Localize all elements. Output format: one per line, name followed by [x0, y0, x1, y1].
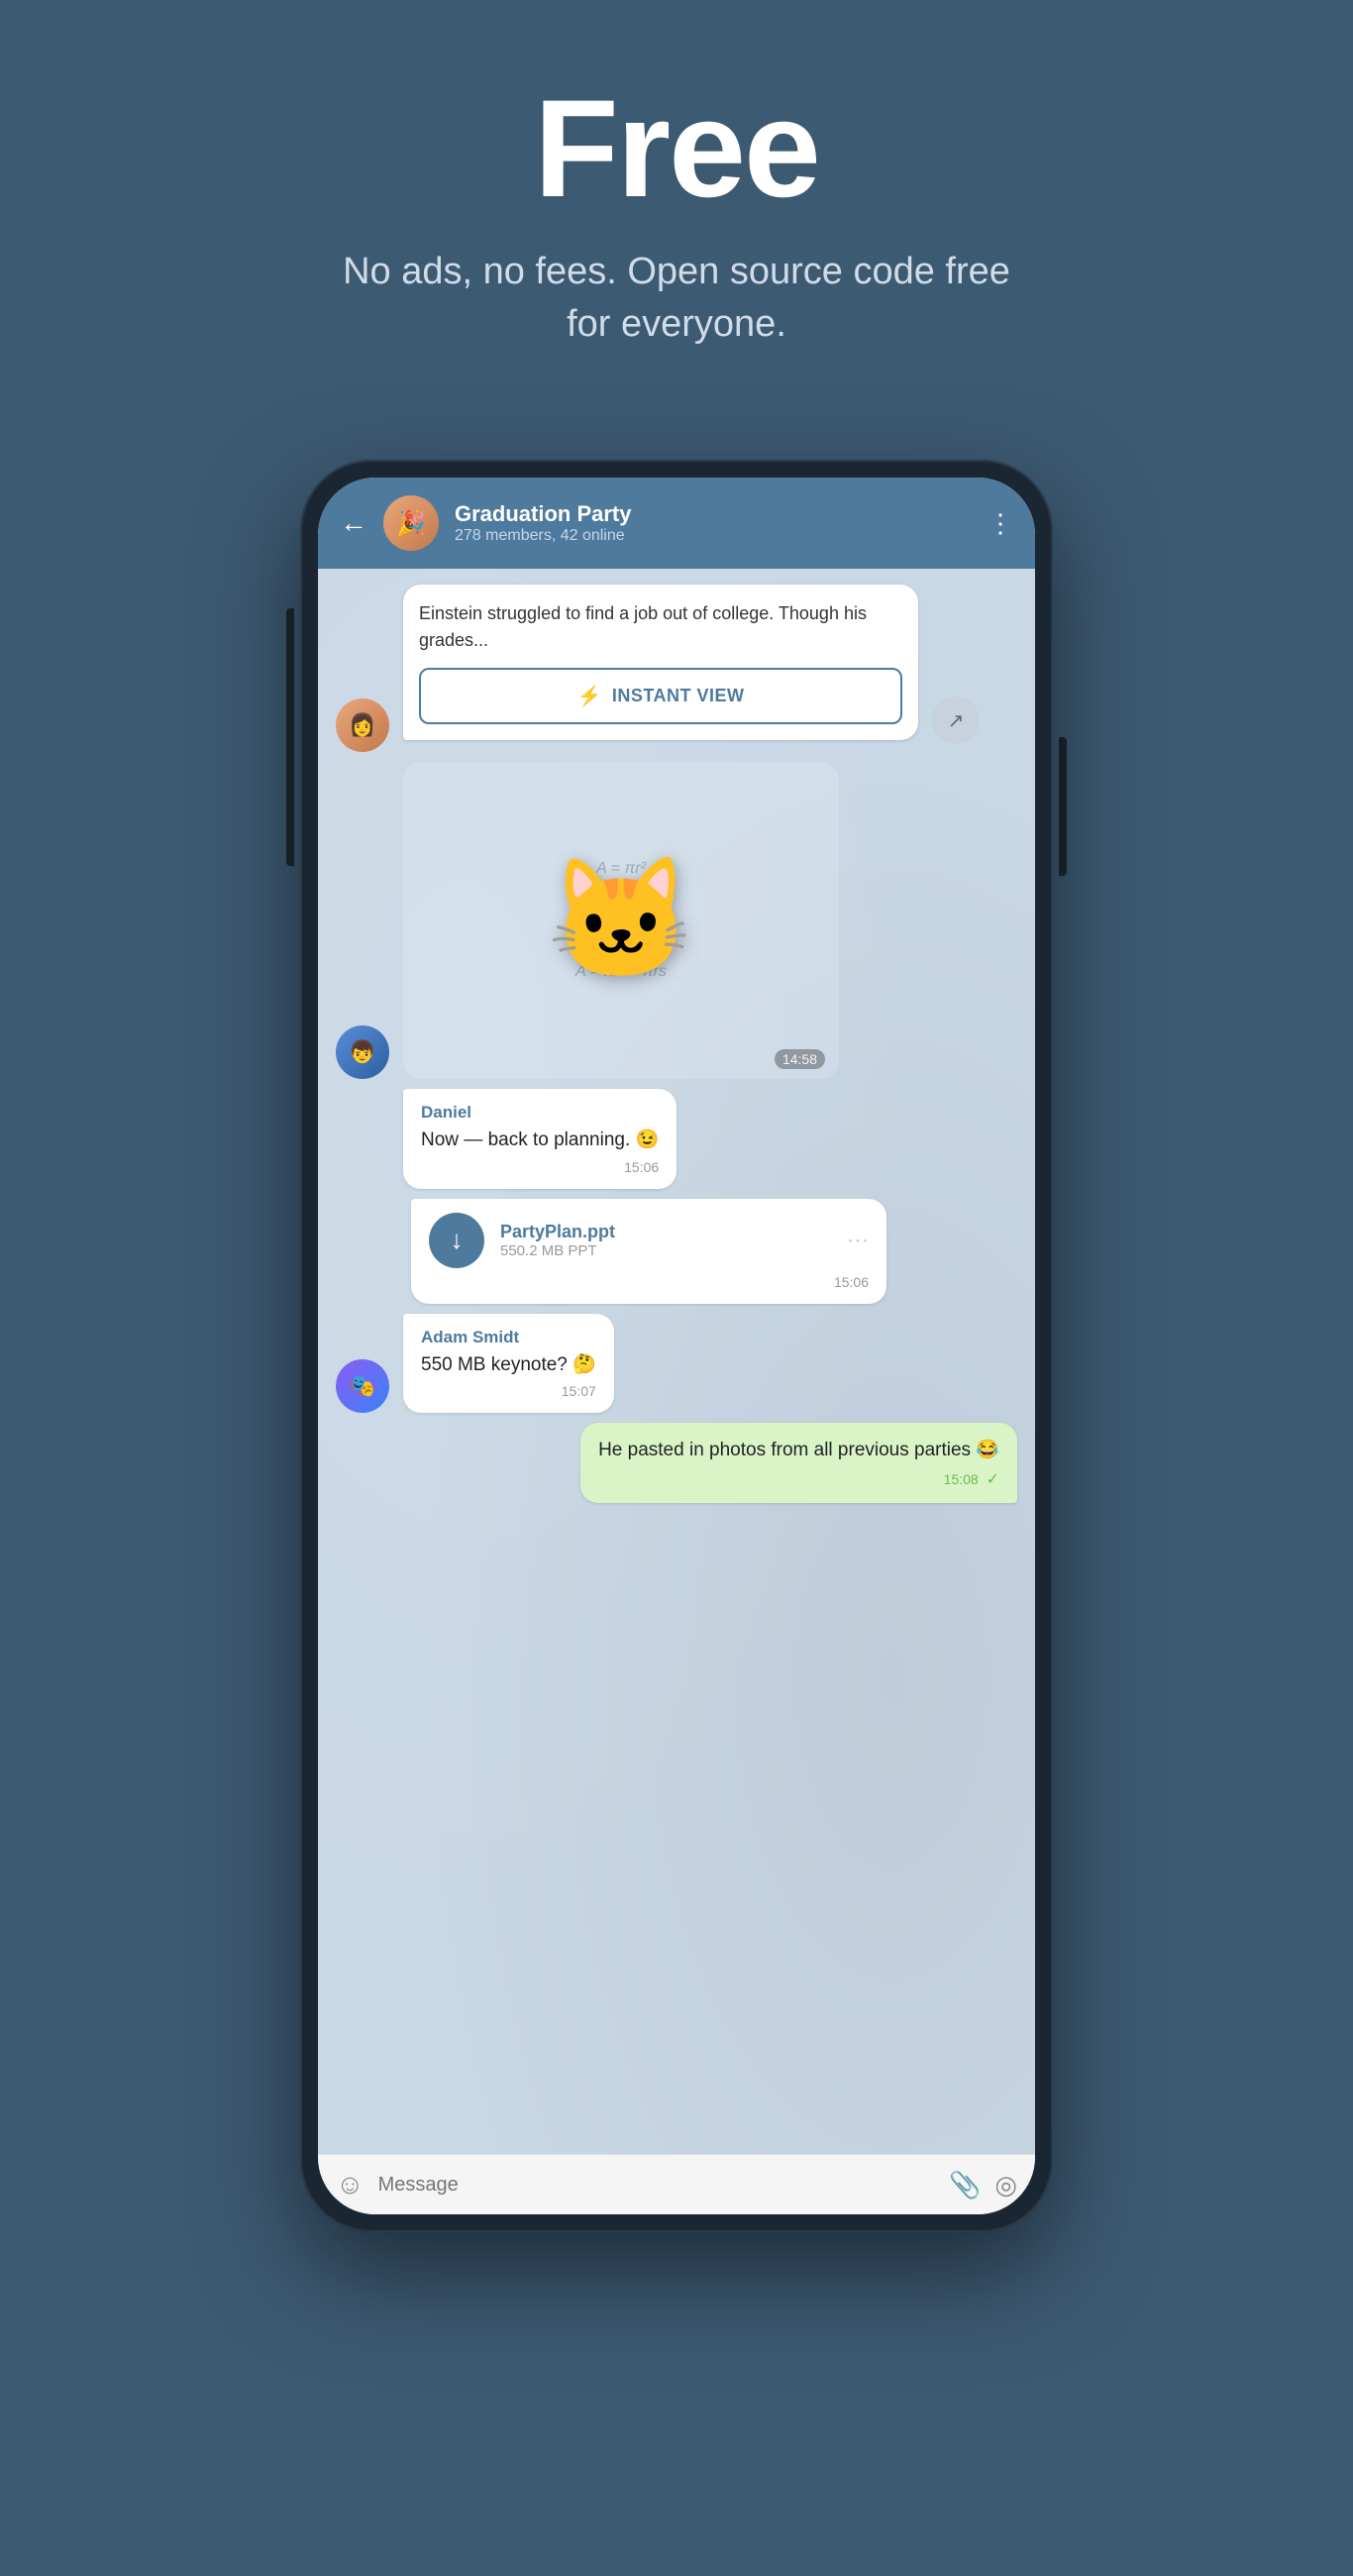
share-button[interactable]: ↗ [932, 697, 980, 744]
file-info: PartyPlan.ppt 550.2 MB PPT [500, 1222, 831, 1259]
hero-subtitle: No ads, no fees. Open source code free f… [330, 246, 1023, 351]
file-name: PartyPlan.ppt [500, 1222, 831, 1242]
phone-screen: ← 🎉 Graduation Party 278 members, 42 onl… [318, 478, 1035, 2214]
avatar-boy: 👦 [336, 1025, 389, 1079]
daniel-bubble: Daniel Now — back to planning. 😉 15:06 [403, 1089, 676, 1189]
daniel-message-text: Now — back to planning. 😉 [421, 1127, 659, 1155]
sticker-row: 👦 A = πr² V = l³ P = 2πr s = √(r²+h²) A … [336, 762, 1017, 1079]
emoji-button[interactable]: ☺ [336, 2169, 364, 2200]
app-header: ← 🎉 Graduation Party 278 members, 42 onl… [318, 478, 1035, 569]
camera-button[interactable]: ◎ [994, 2170, 1017, 2200]
article-bubble: Einstein struggled to find a job out of … [403, 585, 918, 740]
instant-view-label: INSTANT VIEW [612, 686, 745, 706]
adam-sender-name: Adam Smidt [421, 1328, 596, 1347]
group-avatar: 🎉 [383, 495, 439, 551]
sticker-container: A = πr² V = l³ P = 2πr s = √(r²+h²) A = … [403, 762, 839, 1079]
back-button[interactable]: ← [340, 507, 367, 539]
group-info: Graduation Party 278 members, 42 online [455, 501, 972, 545]
outgoing-message-text: He pasted in photos from all previous pa… [598, 1437, 999, 1465]
daniel-message-time: 15:06 [421, 1159, 659, 1175]
outgoing-message-time: 15:08 ✓ [598, 1469, 999, 1489]
avatar-adam: 🎭 [336, 1359, 389, 1413]
group-name: Graduation Party [455, 501, 972, 527]
cat-sticker: 🐱 [547, 851, 694, 990]
hero-title: Free [534, 79, 819, 218]
outgoing-message-row: He pasted in photos from all previous pa… [336, 1423, 1017, 1503]
phone-outer: ← 🎉 Graduation Party 278 members, 42 onl… [300, 460, 1053, 2232]
adam-message-text: 550 MB keynote? 🤔 [421, 1351, 596, 1380]
adam-bubble: Adam Smidt 550 MB keynote? 🤔 15:07 [403, 1314, 614, 1414]
file-size: 550.2 MB PPT [500, 1242, 831, 1259]
chat-area: 👩 Einstein struggled to find a job out o… [318, 569, 1035, 2154]
sticker-timestamp: 14:58 [775, 1049, 825, 1069]
instant-view-button[interactable]: ⚡ INSTANT VIEW [419, 668, 902, 724]
file-timestamp: 15:06 [429, 1274, 869, 1290]
checkmark-icon: ✓ [987, 1471, 999, 1488]
daniel-sender-name: Daniel [421, 1103, 659, 1123]
group-members-count: 278 members, 42 online [455, 527, 972, 545]
share-icon: ↗ [948, 708, 965, 733]
adam-message-row: 🎭 Adam Smidt 550 MB keynote? 🤔 15:07 [336, 1314, 1017, 1414]
daniel-message-row: Daniel Now — back to planning. 😉 15:06 [336, 1089, 1017, 1189]
avatar-girl: 👩 [336, 698, 389, 752]
download-button[interactable]: ↓ [429, 1213, 484, 1268]
outgoing-bubble: He pasted in photos from all previous pa… [580, 1423, 1017, 1503]
adam-message-time: 15:07 [421, 1383, 596, 1399]
phone-wrapper: ← 🎉 Graduation Party 278 members, 42 onl… [300, 460, 1053, 2232]
article-preview-text: Einstein struggled to find a job out of … [419, 600, 902, 654]
attach-button[interactable]: 📎 [949, 2170, 981, 2200]
bolt-icon: ⚡ [576, 684, 601, 708]
input-bar: ☺ 📎 ◎ [318, 2154, 1035, 2214]
file-row: ↓ PartyPlan.ppt 550.2 MB PPT ⋯ [429, 1213, 869, 1268]
download-icon: ↓ [451, 1225, 464, 1255]
file-more-button[interactable]: ⋯ [847, 1228, 869, 1253]
message-input[interactable] [378, 2174, 935, 2197]
hero-section: Free No ads, no fees. Open source code f… [0, 0, 1353, 410]
more-options-button[interactable]: ⋮ [988, 508, 1013, 539]
file-bubble: ↓ PartyPlan.ppt 550.2 MB PPT ⋯ 15:06 [411, 1199, 886, 1304]
article-message-row: 👩 Einstein struggled to find a job out o… [336, 585, 1017, 752]
